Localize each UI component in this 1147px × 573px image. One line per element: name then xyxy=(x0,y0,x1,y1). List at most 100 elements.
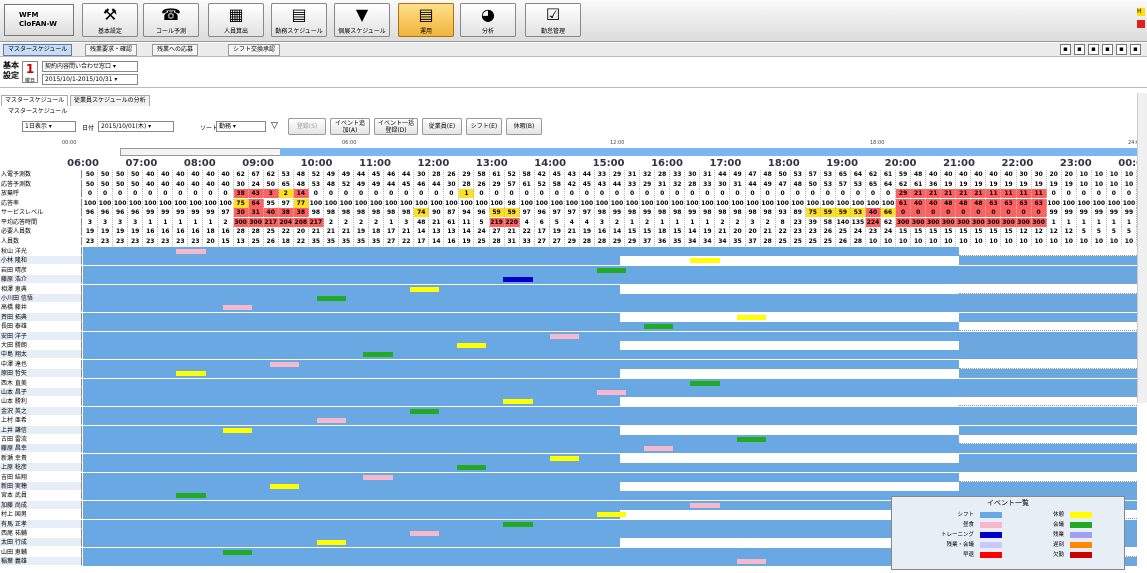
shift-bar[interactable] xyxy=(83,331,959,341)
event-block[interactable] xyxy=(690,258,720,264)
shift-bar[interactable] xyxy=(959,406,1137,416)
event-block[interactable] xyxy=(269,484,300,489)
weekday-badge[interactable]: 1 曜日 xyxy=(22,61,38,84)
shift-bar[interactable] xyxy=(959,388,1137,397)
employee-name[interactable]: 上井 謙信 xyxy=(0,425,82,435)
event-block[interactable] xyxy=(363,352,393,358)
event-block[interactable] xyxy=(410,408,440,414)
employee-name[interactable]: 中島 翔太 xyxy=(0,350,82,360)
toolbar-button-7[interactable]: ◕ 分析 xyxy=(460,3,516,37)
shift-button[interactable]: シフト(E) xyxy=(466,118,502,135)
event-block[interactable] xyxy=(223,427,253,433)
shift-bar[interactable] xyxy=(959,275,1137,285)
shift-bar[interactable] xyxy=(83,378,959,388)
event-block[interactable] xyxy=(503,277,533,283)
employee-name[interactable]: 小林 隆和 xyxy=(0,256,82,266)
shift-bar[interactable] xyxy=(959,416,1137,426)
event-block[interactable] xyxy=(596,390,627,395)
employee-name[interactable]: 古田 雷流 xyxy=(0,435,82,444)
shift-bar[interactable] xyxy=(959,482,1137,491)
event-block[interactable] xyxy=(316,418,346,424)
shift-bar[interactable] xyxy=(83,510,621,520)
event-block[interactable] xyxy=(503,399,533,405)
toolbar-button-5[interactable]: ▼ 個展スケジュール xyxy=(334,3,390,37)
employee-button[interactable]: 従業員(E) xyxy=(422,118,462,135)
print-icon[interactable]: ▪ xyxy=(1102,44,1113,55)
shift-bar[interactable] xyxy=(83,247,959,256)
shift-bar[interactable] xyxy=(959,322,1137,332)
shift-bar[interactable] xyxy=(83,303,959,313)
employee-name[interactable]: 加藤 尚成 xyxy=(0,500,82,510)
event-block[interactable] xyxy=(456,343,486,348)
event-block[interactable] xyxy=(316,296,346,301)
shift-bar[interactable] xyxy=(959,453,1137,463)
employee-name[interactable]: 金沢 英之 xyxy=(0,406,82,416)
sort-select[interactable]: 勤務 ▾ xyxy=(216,121,266,132)
employee-name[interactable]: 西尾 祐輔 xyxy=(0,529,82,538)
shift-bar[interactable] xyxy=(959,303,1137,313)
shift-bar[interactable] xyxy=(959,463,1137,473)
employee-name[interactable]: 小川田 信悟 xyxy=(0,294,82,303)
event-block[interactable] xyxy=(690,502,720,508)
event-block[interactable] xyxy=(737,437,767,442)
shift-bar[interactable] xyxy=(83,435,959,444)
shift-bar[interactable] xyxy=(83,500,959,510)
employee-name[interactable]: 大田 勝朗 xyxy=(0,341,82,350)
event-block[interactable] xyxy=(596,512,627,518)
shift-bar[interactable] xyxy=(959,472,1137,482)
shift-bar[interactable] xyxy=(959,284,1137,294)
shift-bar[interactable] xyxy=(959,294,1137,303)
event-block[interactable] xyxy=(176,249,206,254)
tab-employee-analysis[interactable]: 従業員スケジュールの分析 xyxy=(70,95,150,106)
shift-bar[interactable] xyxy=(959,341,1137,350)
shift-bar[interactable] xyxy=(83,350,959,360)
shift-bar[interactable] xyxy=(959,369,1137,379)
employee-name[interactable]: 稲葉 義雄 xyxy=(0,557,82,567)
event-block[interactable] xyxy=(643,324,673,330)
shift-bar[interactable] xyxy=(83,547,959,557)
employee-name[interactable]: 上原 稔彦 xyxy=(0,463,82,473)
shift-bar[interactable] xyxy=(959,331,1137,341)
help-icon[interactable]: H xyxy=(1137,8,1145,16)
employee-name[interactable]: 高橋 藤井 xyxy=(0,303,82,313)
settings-icon[interactable]: ▪ xyxy=(1074,44,1085,55)
shift-bar[interactable] xyxy=(959,265,1137,275)
shift-bar[interactable] xyxy=(959,350,1137,360)
shift-bar[interactable] xyxy=(959,425,1137,435)
shift-bar[interactable] xyxy=(83,416,959,426)
employee-name[interactable]: 新田 実穂 xyxy=(0,482,82,491)
employee-name[interactable]: 長田 泰雄 xyxy=(0,322,82,332)
shift-bar[interactable] xyxy=(959,397,1137,407)
event-block[interactable] xyxy=(456,465,486,471)
employee-name[interactable]: 太田 行成 xyxy=(0,538,82,548)
event-block[interactable] xyxy=(176,493,206,499)
event-block[interactable] xyxy=(550,455,580,461)
shift-bar[interactable] xyxy=(83,341,621,350)
event-block[interactable] xyxy=(596,267,627,273)
event-block[interactable] xyxy=(643,446,673,452)
shift-bar[interactable] xyxy=(83,472,959,482)
event-block[interactable] xyxy=(363,474,393,480)
toolbar-button-6[interactable]: ▤ 運用 xyxy=(398,3,454,37)
function-tab-3[interactable]: 残業への応募 xyxy=(152,44,199,56)
event-block[interactable] xyxy=(737,314,767,320)
event-block[interactable] xyxy=(737,559,767,565)
refresh-icon[interactable]: ▪ xyxy=(1088,44,1099,55)
tab-master-schedule[interactable]: マスタースケジュール xyxy=(1,95,69,106)
period-select[interactable]: 2015/10/1-2015/10/31 ▾ xyxy=(42,74,138,85)
time-range-slider[interactable]: 00:00 06:00 12:00 18:00 24:00 xyxy=(0,140,1147,157)
event-block[interactable] xyxy=(223,305,253,311)
shift-bar[interactable] xyxy=(83,256,621,266)
employee-name[interactable]: 山本 昌子 xyxy=(0,388,82,397)
employee-name[interactable]: 有馬 正孝 xyxy=(0,519,82,529)
event-block[interactable] xyxy=(316,540,346,546)
shift-bar[interactable] xyxy=(83,482,621,491)
employee-name[interactable]: 新瀬 幸貴 xyxy=(0,453,82,463)
event-block[interactable] xyxy=(410,286,440,292)
shift-bar[interactable] xyxy=(959,247,1137,256)
function-tab-2[interactable]: 残業要求・確認 xyxy=(85,44,138,56)
employee-name[interactable]: 宮本 武員 xyxy=(0,491,82,501)
event-block[interactable] xyxy=(550,333,580,339)
toolbar-button-4[interactable]: ▤ 勤務スケジュール xyxy=(271,3,327,37)
shift-bar[interactable] xyxy=(83,359,959,369)
